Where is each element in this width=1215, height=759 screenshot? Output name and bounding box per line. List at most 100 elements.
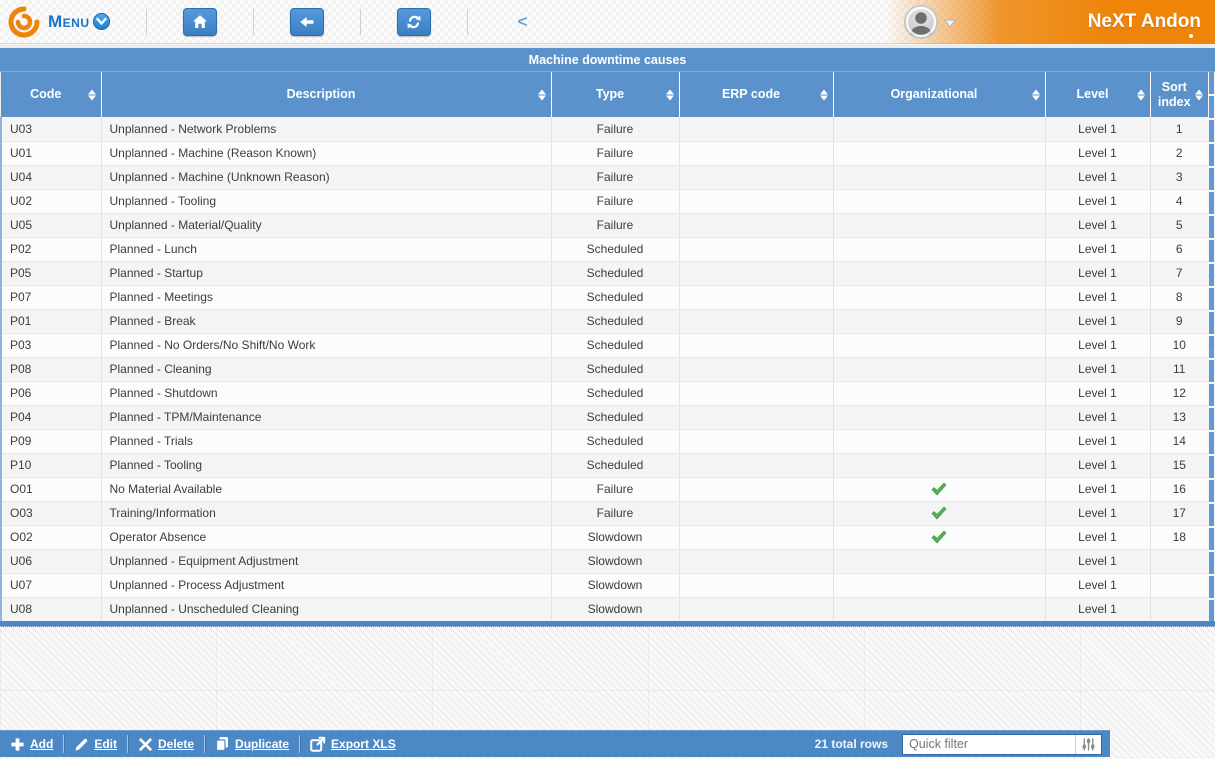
user-menu[interactable]: [903, 4, 956, 40]
cell-level: Level 1: [1045, 597, 1150, 621]
cell-organizational: [833, 261, 1045, 285]
table-row[interactable]: P06 Planned - Shutdown Scheduled Level 1…: [1, 381, 1208, 405]
cell-erp-code: [679, 189, 833, 213]
table-row[interactable]: P08 Planned - Cleaning Scheduled Level 1…: [1, 357, 1208, 381]
toolbar-divider: [253, 9, 254, 35]
table-row[interactable]: U08 Unplanned - Unscheduled Cleaning Slo…: [1, 597, 1208, 621]
app-logo-icon[interactable]: [8, 6, 40, 38]
cell-level: Level 1: [1045, 525, 1150, 549]
table-row[interactable]: P01 Planned - Break Scheduled Level 1 9: [1, 309, 1208, 333]
action-label: Duplicate: [235, 737, 289, 751]
export-icon: [310, 736, 326, 752]
cell-organizational: [833, 501, 1045, 525]
menu-button[interactable]: Menu: [48, 12, 110, 32]
duplicate-button[interactable]: Duplicate: [211, 736, 293, 752]
column-label: Description: [287, 87, 356, 101]
column-header-type[interactable]: Type: [551, 72, 679, 117]
quick-filter-input[interactable]: [903, 737, 1075, 751]
cell-level: Level 1: [1045, 429, 1150, 453]
export-xls-button[interactable]: Export XLS: [306, 736, 400, 752]
cell-type: Scheduled: [551, 453, 679, 477]
cell-level: Level 1: [1045, 237, 1150, 261]
cell-level: Level 1: [1045, 261, 1150, 285]
cell-type: Failure: [551, 117, 679, 141]
table-row[interactable]: P10 Planned - Tooling Scheduled Level 1 …: [1, 453, 1208, 477]
table-row[interactable]: O03 Training/Information Failure Level 1…: [1, 501, 1208, 525]
cell-organizational: [833, 117, 1045, 141]
table-row[interactable]: U05 Unplanned - Material/Quality Failure…: [1, 213, 1208, 237]
cell-sort-index: 14: [1150, 429, 1208, 453]
back-button[interactable]: [290, 8, 324, 36]
vertical-scrollbar[interactable]: [1209, 72, 1214, 621]
cell-description: Unplanned - Network Problems: [101, 117, 551, 141]
table-row[interactable]: P02 Planned - Lunch Scheduled Level 1 6: [1, 237, 1208, 261]
table-row[interactable]: P03 Planned - No Orders/No Shift/No Work…: [1, 333, 1208, 357]
action-label: Delete: [158, 737, 194, 751]
cell-description: Unplanned - Process Adjustment: [101, 573, 551, 597]
cell-level: Level 1: [1045, 333, 1150, 357]
sort-icon: [820, 89, 828, 100]
table-header-row: Code Description Type ERP code: [1, 72, 1208, 117]
home-icon: [192, 14, 208, 29]
column-label: ERP code: [722, 87, 780, 101]
edit-button[interactable]: Edit: [70, 737, 121, 752]
page-title: Machine downtime causes: [0, 48, 1215, 72]
delete-button[interactable]: Delete: [134, 737, 198, 752]
cell-code: O03: [1, 501, 101, 525]
table-body: U03 Unplanned - Network Problems Failure…: [1, 117, 1208, 621]
column-header-organizational[interactable]: Organizational: [833, 72, 1045, 117]
table-row[interactable]: O01 No Material Available Failure Level …: [1, 477, 1208, 501]
add-button[interactable]: Add: [6, 737, 57, 752]
table-row[interactable]: U04 Unplanned - Machine (Unknown Reason)…: [1, 165, 1208, 189]
add-icon: [10, 737, 25, 752]
menu-label: Menu: [48, 12, 90, 32]
table-bottom-border: [0, 621, 1215, 627]
column-header-level[interactable]: Level: [1045, 72, 1150, 117]
cell-erp-code: [679, 525, 833, 549]
table-row[interactable]: P04 Planned - TPM/Maintenance Scheduled …: [1, 405, 1208, 429]
column-label: Code: [30, 87, 61, 101]
cell-description: Unplanned - Tooling: [101, 189, 551, 213]
refresh-button[interactable]: [397, 8, 431, 36]
cell-level: Level 1: [1045, 117, 1150, 141]
table-row[interactable]: U01 Unplanned - Machine (Reason Known) F…: [1, 141, 1208, 165]
cell-erp-code: [679, 549, 833, 573]
cell-sort-index: 3: [1150, 165, 1208, 189]
cell-organizational: [833, 549, 1045, 573]
chevron-down-icon: [944, 19, 956, 28]
sort-icon: [88, 89, 96, 100]
home-button[interactable]: [183, 8, 217, 36]
table-row[interactable]: U02 Unplanned - Tooling Failure Level 1 …: [1, 189, 1208, 213]
cell-organizational: [833, 285, 1045, 309]
cell-level: Level 1: [1045, 285, 1150, 309]
cell-type: Scheduled: [551, 405, 679, 429]
cell-type: Slowdown: [551, 597, 679, 621]
toolbar-divider: [63, 735, 64, 753]
table-row[interactable]: U06 Unplanned - Equipment Adjustment Slo…: [1, 549, 1208, 573]
sort-icon: [666, 89, 674, 100]
filter-options-button[interactable]: [1075, 735, 1101, 754]
table-row[interactable]: P09 Planned - Trials Scheduled Level 1 1…: [1, 429, 1208, 453]
collapse-panel-arrow[interactable]: <: [518, 12, 528, 32]
cell-code: U02: [1, 189, 101, 213]
column-header-code[interactable]: Code: [1, 72, 101, 117]
table-row[interactable]: P05 Planned - Startup Scheduled Level 1 …: [1, 261, 1208, 285]
cell-level: Level 1: [1045, 405, 1150, 429]
cell-sort-index: 18: [1150, 525, 1208, 549]
table-row[interactable]: U07 Unplanned - Process Adjustment Slowd…: [1, 573, 1208, 597]
cell-code: P06: [1, 381, 101, 405]
column-header-sort-index[interactable]: Sort index: [1150, 72, 1208, 117]
table-row[interactable]: P07 Planned - Meetings Scheduled Level 1…: [1, 285, 1208, 309]
cell-code: P04: [1, 405, 101, 429]
column-label: Type: [596, 87, 624, 101]
cell-description: Planned - TPM/Maintenance: [101, 405, 551, 429]
column-header-description[interactable]: Description: [101, 72, 551, 117]
cell-level: Level 1: [1045, 381, 1150, 405]
cell-erp-code: [679, 357, 833, 381]
cell-sort-index: 13: [1150, 405, 1208, 429]
table-row[interactable]: O02 Operator Absence Slowdown Level 1 18: [1, 525, 1208, 549]
column-header-erp-code[interactable]: ERP code: [679, 72, 833, 117]
table-row[interactable]: U03 Unplanned - Network Problems Failure…: [1, 117, 1208, 141]
cell-description: Unplanned - Equipment Adjustment: [101, 549, 551, 573]
cell-organizational: [833, 165, 1045, 189]
